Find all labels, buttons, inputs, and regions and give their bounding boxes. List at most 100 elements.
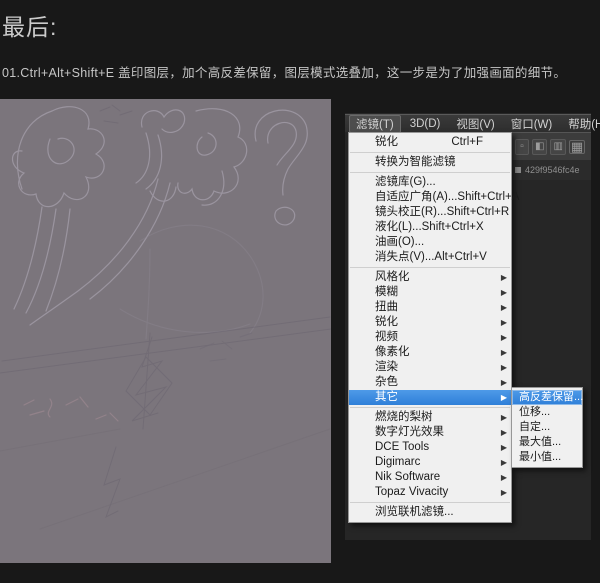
menu-item[interactable]: 最大值... [512,435,582,450]
menu-item[interactable]: 风格化 ▶ [349,270,511,285]
menu-item[interactable]: 油画(O)... [349,235,511,250]
menu-item-shortcut: Shift+Ctrl+R [447,205,524,220]
option-icon-2[interactable]: ◧ [532,139,547,155]
submenu-arrow-icon: ▶ [501,485,507,500]
menu-item[interactable]: 液化(L)...Shift+Ctrl+X [349,220,511,235]
menu-item[interactable]: 燃烧的梨树 ▶ [349,410,511,425]
menu-item[interactable]: 锐化 ▶ [349,315,511,330]
menu-item[interactable]: 数字灯光效果 ▶ [349,425,511,440]
menu-item-label: 风格化 [375,270,497,285]
menu-item[interactable]: Topaz Vivacity ▶ [349,485,511,500]
menu-item-label: 杂色 [375,375,497,390]
menu-item-label: 滤镜库(G)... [375,175,497,190]
menu-item[interactable]: 渲染 ▶ [349,360,511,375]
option-icon-1[interactable]: ▫ [515,139,529,155]
submenu-arrow-icon: ▶ [501,425,507,440]
menubar-item[interactable]: 3D(D) [403,117,448,131]
menu-item-label: 液化(L)... [375,220,422,235]
submenu-arrow-icon: ▶ [501,470,507,485]
submenu-arrow-icon: ▶ [501,285,507,300]
submenu-arrow-icon: ▶ [501,315,507,330]
menu-item[interactable]: 消失点(V)...Alt+Ctrl+V [349,250,511,265]
menu-item-shortcut: Shift+Ctrl+A [457,190,533,205]
highpass-preview-canvas [0,99,331,563]
menubar-item[interactable]: 视图(V) [449,115,501,133]
menu-item-label: 扭曲 [375,300,497,315]
menu-separator [350,407,510,408]
menu-item-shortcut: Shift+Ctrl+X [422,220,498,235]
submenu-arrow-icon: ▶ [501,390,507,405]
menu-item[interactable]: 位移... [512,405,582,420]
menu-item-label: Nik Software [375,470,497,485]
menu-item-shortcut: Ctrl+F [451,135,497,150]
menu-item[interactable]: 最小值... [512,450,582,465]
submenu-arrow-icon: ▶ [501,360,507,375]
options-bar: ▫◧▥ ▦ [512,132,591,160]
menu-item-label: 锐化 [375,315,497,330]
menu-separator [350,267,510,268]
menu-item-label: 最小值... [519,450,578,465]
menu-separator [350,152,510,153]
submenu-arrow-icon: ▶ [501,440,507,455]
document-tab[interactable]: 429f9546fc4e [512,160,591,180]
menu-item[interactable]: Digimarc ▶ [349,455,511,470]
menubar-item[interactable]: 帮助(H) [561,115,600,133]
submenu-arrow-icon: ▶ [501,375,507,390]
menu-item-shortcut: Alt+Ctrl+V [434,250,500,265]
menu-item[interactable]: 自定... [512,420,582,435]
menu-item[interactable]: 像素化 ▶ [349,345,511,360]
menu-item-label: 浏览联机滤镜... [375,505,497,520]
grid-icon[interactable]: ▦ [569,140,585,154]
menu-item[interactable]: 滤镜库(G)... [349,175,511,190]
menu-item-label: 油画(O)... [375,235,497,250]
menu-item-label: 像素化 [375,345,497,360]
menu-item[interactable]: 转换为智能滤镜 [349,155,511,170]
menu-item[interactable]: DCE Tools ▶ [349,440,511,455]
submenu-arrow-icon: ▶ [501,410,507,425]
submenu-arrow-icon: ▶ [501,330,507,345]
option-icon-3[interactable]: ▥ [550,139,565,155]
menu-item-label: 渲染 [375,360,497,375]
document-icon [515,167,521,173]
menu-item-label: 转换为智能滤镜 [375,155,497,170]
highpass-preview-sketch [0,99,331,563]
menu-item-label: 镜头校正(R)... [375,205,447,220]
menu-item-label: 位移... [519,405,578,420]
step-description: 01.Ctrl+Alt+Shift+E 盖印图层，加个高反差保留，图层模式选叠加… [2,62,598,81]
filter-dropdown-menu: 锐化Ctrl+F转换为智能滤镜滤镜库(G)...自适应广角(A)...Shift… [348,132,512,523]
menubar-item[interactable]: 滤镜(T) [349,115,401,133]
menu-separator [350,172,510,173]
menu-item-label: 最大值... [519,435,578,450]
menu-item-label: 消失点(V)... [375,250,434,265]
submenu-arrow-icon: ▶ [501,455,507,470]
other-submenu: 高反差保留...位移...自定...最大值...最小值... [511,387,583,468]
menu-item[interactable]: 锐化Ctrl+F [349,135,511,150]
page-title: 最后: [2,8,57,42]
menu-item-label: DCE Tools [375,440,497,455]
menu-item-label: 高反差保留... [519,390,583,405]
menu-separator [350,502,510,503]
menu-item-label: 数字灯光效果 [375,425,497,440]
menu-item-label: 其它 [375,390,497,405]
menu-item[interactable]: Nik Software ▶ [349,470,511,485]
submenu-arrow-icon: ▶ [501,345,507,360]
menu-item-label: 燃烧的梨树 [375,410,497,425]
submenu-arrow-icon: ▶ [501,270,507,285]
menu-item[interactable]: 自适应广角(A)...Shift+Ctrl+A [349,190,511,205]
menu-item[interactable]: 杂色 ▶ [349,375,511,390]
menu-item[interactable]: 模糊 ▶ [349,285,511,300]
menu-item-label: 自定... [519,420,578,435]
menu-item[interactable]: 浏览联机滤镜... [349,505,511,520]
menu-item-label: 视频 [375,330,497,345]
menu-item[interactable]: 其它 ▶ [349,390,511,405]
menu-item[interactable]: 扭曲 ▶ [349,300,511,315]
menu-item[interactable]: 视频 ▶ [349,330,511,345]
menu-item-label: 模糊 [375,285,497,300]
menu-item-label: 自适应广角(A)... [375,190,457,205]
submenu-arrow-icon: ▶ [501,300,507,315]
menu-item[interactable]: 高反差保留... [512,390,582,405]
menu-item-label: Digimarc [375,455,497,470]
menubar-item[interactable]: 窗口(W) [504,115,560,133]
menu-item-label: Topaz Vivacity [375,485,497,500]
menu-item[interactable]: 镜头校正(R)...Shift+Ctrl+R [349,205,511,220]
